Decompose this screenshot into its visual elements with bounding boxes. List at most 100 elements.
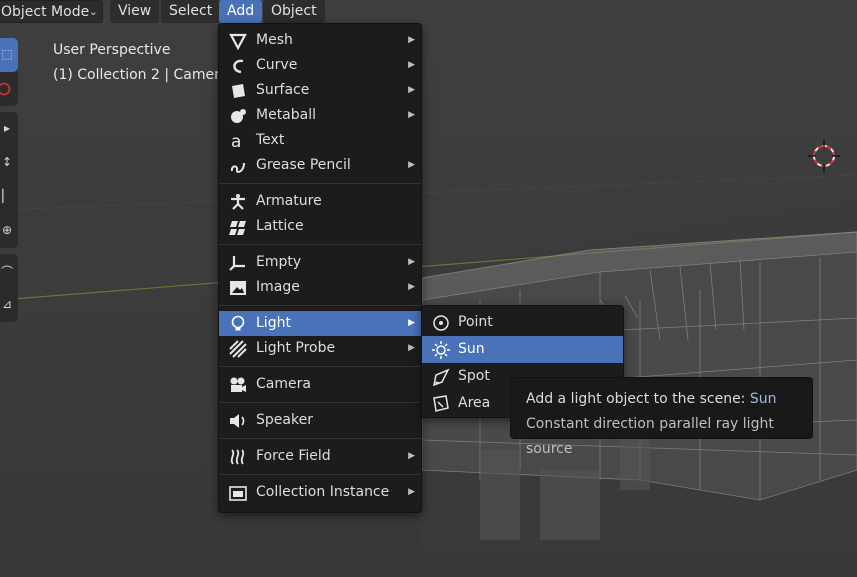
spot-light-icon xyxy=(433,368,450,386)
measure-tool[interactable]: ⊿ xyxy=(0,288,18,322)
chevron-down-icon: ⌄ xyxy=(88,5,98,18)
svg-text:a: a xyxy=(231,132,241,150)
menu-separator xyxy=(219,402,421,403)
image-icon xyxy=(230,281,246,295)
menu-item-label: Camera xyxy=(256,376,311,392)
annotate-icon: ⌒ xyxy=(0,265,13,279)
menu-item-label: Empty xyxy=(256,254,302,270)
grease-pencil-icon xyxy=(230,162,245,173)
menu-item-camera[interactable]: Camera xyxy=(219,372,421,397)
mode-label: Object Mode xyxy=(1,4,90,20)
transform-icon: ⊕ xyxy=(1,223,13,237)
tool-group-annotate: ⌒ ⊿ xyxy=(0,254,18,322)
metaball-icon xyxy=(231,109,246,123)
cursor-icon xyxy=(0,82,11,96)
submenu-arrow-icon: ▶ xyxy=(408,318,415,328)
sun-light-icon xyxy=(432,341,450,359)
menu-item-label: Light xyxy=(256,315,291,331)
menu-separator xyxy=(219,183,421,184)
submenu-arrow-icon: ▶ xyxy=(408,487,415,497)
submenu-arrow-icon: ▶ xyxy=(408,451,415,461)
menu-item-metaball[interactable]: Metaball ▶ xyxy=(219,103,421,128)
submenu-arrow-icon: ▶ xyxy=(408,282,415,292)
menu-item-label: Metaball xyxy=(256,107,317,123)
speaker-icon xyxy=(230,414,245,428)
menu-item-speaker[interactable]: Speaker xyxy=(219,408,421,433)
submenu-arrow-icon: ▶ xyxy=(408,343,415,353)
text-icon: a xyxy=(231,132,241,150)
menu-item-label: Point xyxy=(458,314,493,330)
tool-group-transform: ▸ ↕ ▏ ⊕ xyxy=(0,112,18,248)
menu-item-label: Lattice xyxy=(256,218,304,234)
menu-separator xyxy=(219,438,421,439)
light-icon xyxy=(231,315,245,331)
viewport-header: Object Mode ⌄ View Select Add Object xyxy=(0,0,857,24)
rotate-tool[interactable]: ↕ xyxy=(0,146,18,180)
select-box-tool[interactable]: ⬚ xyxy=(0,38,18,72)
submenu-arrow-icon: ▶ xyxy=(408,35,415,45)
menu-item-label: Mesh xyxy=(256,32,293,48)
menu-item-label: Force Field xyxy=(256,448,331,464)
menu-item-label: Armature xyxy=(256,193,322,209)
menu-add[interactable]: Add xyxy=(219,0,263,23)
scale-icon: ▏ xyxy=(2,189,12,203)
menu-view[interactable]: View xyxy=(110,0,160,23)
menu-item-sun[interactable]: Sun xyxy=(422,336,623,363)
viewport-info: User Perspective (1) Collection 2 | Came… xyxy=(53,38,228,88)
scale-tool[interactable]: ▏ xyxy=(0,180,18,214)
menu-item-mesh[interactable]: Mesh ▶ xyxy=(219,28,421,53)
transform-tool[interactable]: ⊕ xyxy=(0,214,18,248)
3d-cursor-icon[interactable] xyxy=(806,138,842,174)
menu-item-light-probe[interactable]: Light Probe ▶ xyxy=(219,336,421,361)
menu-item-collection-instance[interactable]: Collection Instance ▶ xyxy=(219,480,421,505)
menu-object[interactable]: Object xyxy=(263,0,325,23)
menu-item-label: Light Probe xyxy=(256,340,336,356)
camera-icon xyxy=(230,377,246,392)
menu-item-label: Text xyxy=(256,132,285,148)
menu-separator xyxy=(219,244,421,245)
menu-item-empty[interactable]: Empty ▶ xyxy=(219,250,421,275)
surface-icon xyxy=(232,84,245,98)
menu-item-surface[interactable]: Surface ▶ xyxy=(219,78,421,103)
annotate-tool[interactable]: ⌒ xyxy=(0,254,18,288)
view-name: User Perspective xyxy=(53,42,171,58)
move-tool[interactable]: ▸ xyxy=(0,112,18,146)
menu-item-label: Image xyxy=(256,279,300,295)
menu-item-image[interactable]: Image ▶ xyxy=(219,275,421,300)
menu-item-force-field[interactable]: Force Field ▶ xyxy=(219,444,421,469)
menu-select[interactable]: Select xyxy=(161,0,221,23)
rotate-icon: ↕ xyxy=(1,155,13,169)
menu-item-label: Speaker xyxy=(256,412,313,428)
cursor-tool[interactable] xyxy=(0,72,18,106)
force-field-icon xyxy=(230,449,245,465)
menu-item-label: Grease Pencil xyxy=(256,157,351,173)
menu-item-armature[interactable]: Armature xyxy=(219,189,421,214)
tool-shelf: ⬚ ▸ ↕ ▏ ⊕ ⌒ ⊿ xyxy=(0,38,18,328)
menu-item-label: Collection Instance xyxy=(256,484,390,500)
menu-separator xyxy=(219,305,421,306)
menu-item-label: Spot xyxy=(458,368,490,384)
submenu-arrow-icon: ▶ xyxy=(408,85,415,95)
menu-separator xyxy=(219,366,421,367)
menu-item-grease-pencil[interactable]: Grease Pencil ▶ xyxy=(219,153,421,178)
menu-item-label: Surface xyxy=(256,82,310,98)
submenu-arrow-icon: ▶ xyxy=(408,110,415,120)
tooltip-title-prefix: Add a light object to the scene: xyxy=(526,391,746,407)
menu-item-light[interactable]: Light ▶ xyxy=(219,311,421,336)
menu-item-point[interactable]: Point xyxy=(422,309,623,336)
mode-dropdown[interactable]: Object Mode ⌄ xyxy=(0,0,103,23)
curve-icon xyxy=(233,59,244,74)
point-light-icon xyxy=(433,315,449,331)
measure-icon: ⊿ xyxy=(1,297,13,311)
submenu-arrow-icon: ▶ xyxy=(408,60,415,70)
menu-item-curve[interactable]: Curve ▶ xyxy=(219,53,421,78)
light-probe-icon xyxy=(229,340,247,358)
menu-item-text[interactable]: a Text xyxy=(219,128,421,153)
collection-info: (1) Collection 2 | Camera xyxy=(53,67,229,83)
menu-item-lattice[interactable]: Lattice xyxy=(219,214,421,239)
menu-item-label: Curve xyxy=(256,57,298,73)
tooltip-title: Add a light object to the scene: Sun xyxy=(526,387,812,412)
menu-item-label: Area xyxy=(458,395,491,411)
collection-instance-icon xyxy=(229,486,247,501)
lattice-icon xyxy=(229,221,246,235)
